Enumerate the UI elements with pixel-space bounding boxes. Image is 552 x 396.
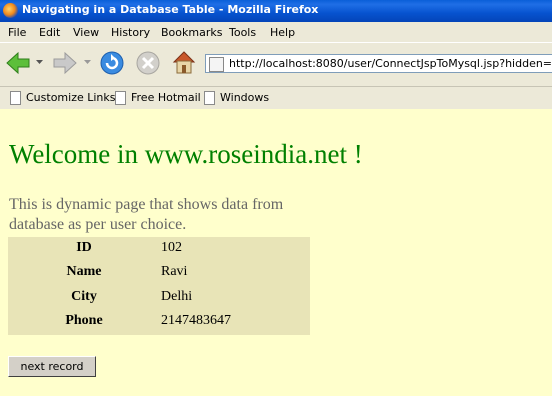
home-icon[interactable] xyxy=(171,49,197,75)
navigation-toolbar: http://localhost:8080/user/ConnectJspToM… xyxy=(0,42,552,87)
forward-arrow-icon[interactable] xyxy=(52,51,78,75)
field-value: Ravi xyxy=(161,264,188,279)
table-row: Name Ravi xyxy=(8,261,310,285)
bookmark-free-hotmail[interactable]: Free Hotmail xyxy=(115,91,205,105)
firefox-icon xyxy=(3,3,18,18)
menu-help[interactable]: Help xyxy=(270,26,295,39)
page-favicon-icon xyxy=(209,57,224,72)
menu-file[interactable]: File xyxy=(8,26,26,39)
reload-icon[interactable] xyxy=(99,50,125,76)
bookmark-windows[interactable]: Windows xyxy=(204,91,284,105)
forward-dropdown-icon[interactable] xyxy=(84,58,92,66)
menu-view[interactable]: View xyxy=(73,26,99,39)
page-icon xyxy=(10,91,21,105)
page-heading: Welcome in www.roseindia.net ! xyxy=(9,139,363,169)
table-row: Phone 2147483647 xyxy=(8,310,310,334)
menu-edit[interactable]: Edit xyxy=(39,26,60,39)
field-label: Phone xyxy=(65,313,103,328)
title-bar: Navigating in a Database Table - Mozilla… xyxy=(0,0,552,22)
page-content: Welcome in www.roseindia.net ! This is d… xyxy=(0,109,552,396)
back-dropdown-icon[interactable] xyxy=(36,58,44,66)
url-text: http://localhost:8080/user/ConnectJspToM… xyxy=(229,57,552,70)
stop-icon[interactable] xyxy=(135,50,161,76)
table-row: City Delhi xyxy=(8,286,310,310)
field-label: Name xyxy=(66,264,102,279)
page-icon xyxy=(204,91,215,105)
record-table: ID 102 Name Ravi City Delhi Phone 214748… xyxy=(8,237,310,335)
page-icon xyxy=(115,91,126,105)
menu-bookmarks[interactable]: Bookmarks xyxy=(161,26,222,39)
table-row: ID 102 xyxy=(8,237,310,261)
menu-tools[interactable]: Tools xyxy=(229,26,256,39)
address-bar[interactable]: http://localhost:8080/user/ConnectJspToM… xyxy=(205,54,552,73)
field-value: Delhi xyxy=(161,289,193,304)
page-description: This is dynamic page that shows data fro… xyxy=(9,196,284,233)
back-arrow-icon[interactable] xyxy=(5,51,31,75)
field-value: 2147483647 xyxy=(161,313,231,328)
bookmarks-toolbar: Customize Links Free Hotmail Windows xyxy=(0,86,552,110)
field-label: City xyxy=(71,289,97,304)
menu-bar: File Edit View History Bookmarks Tools H… xyxy=(0,22,552,42)
bookmark-customize-links[interactable]: Customize Links xyxy=(10,91,116,105)
menu-history[interactable]: History xyxy=(111,26,150,39)
window-title: Navigating in a Database Table - Mozilla… xyxy=(22,3,319,16)
next-record-button[interactable]: next record xyxy=(8,356,96,377)
field-value: 102 xyxy=(161,240,182,255)
field-label: ID xyxy=(76,240,92,255)
